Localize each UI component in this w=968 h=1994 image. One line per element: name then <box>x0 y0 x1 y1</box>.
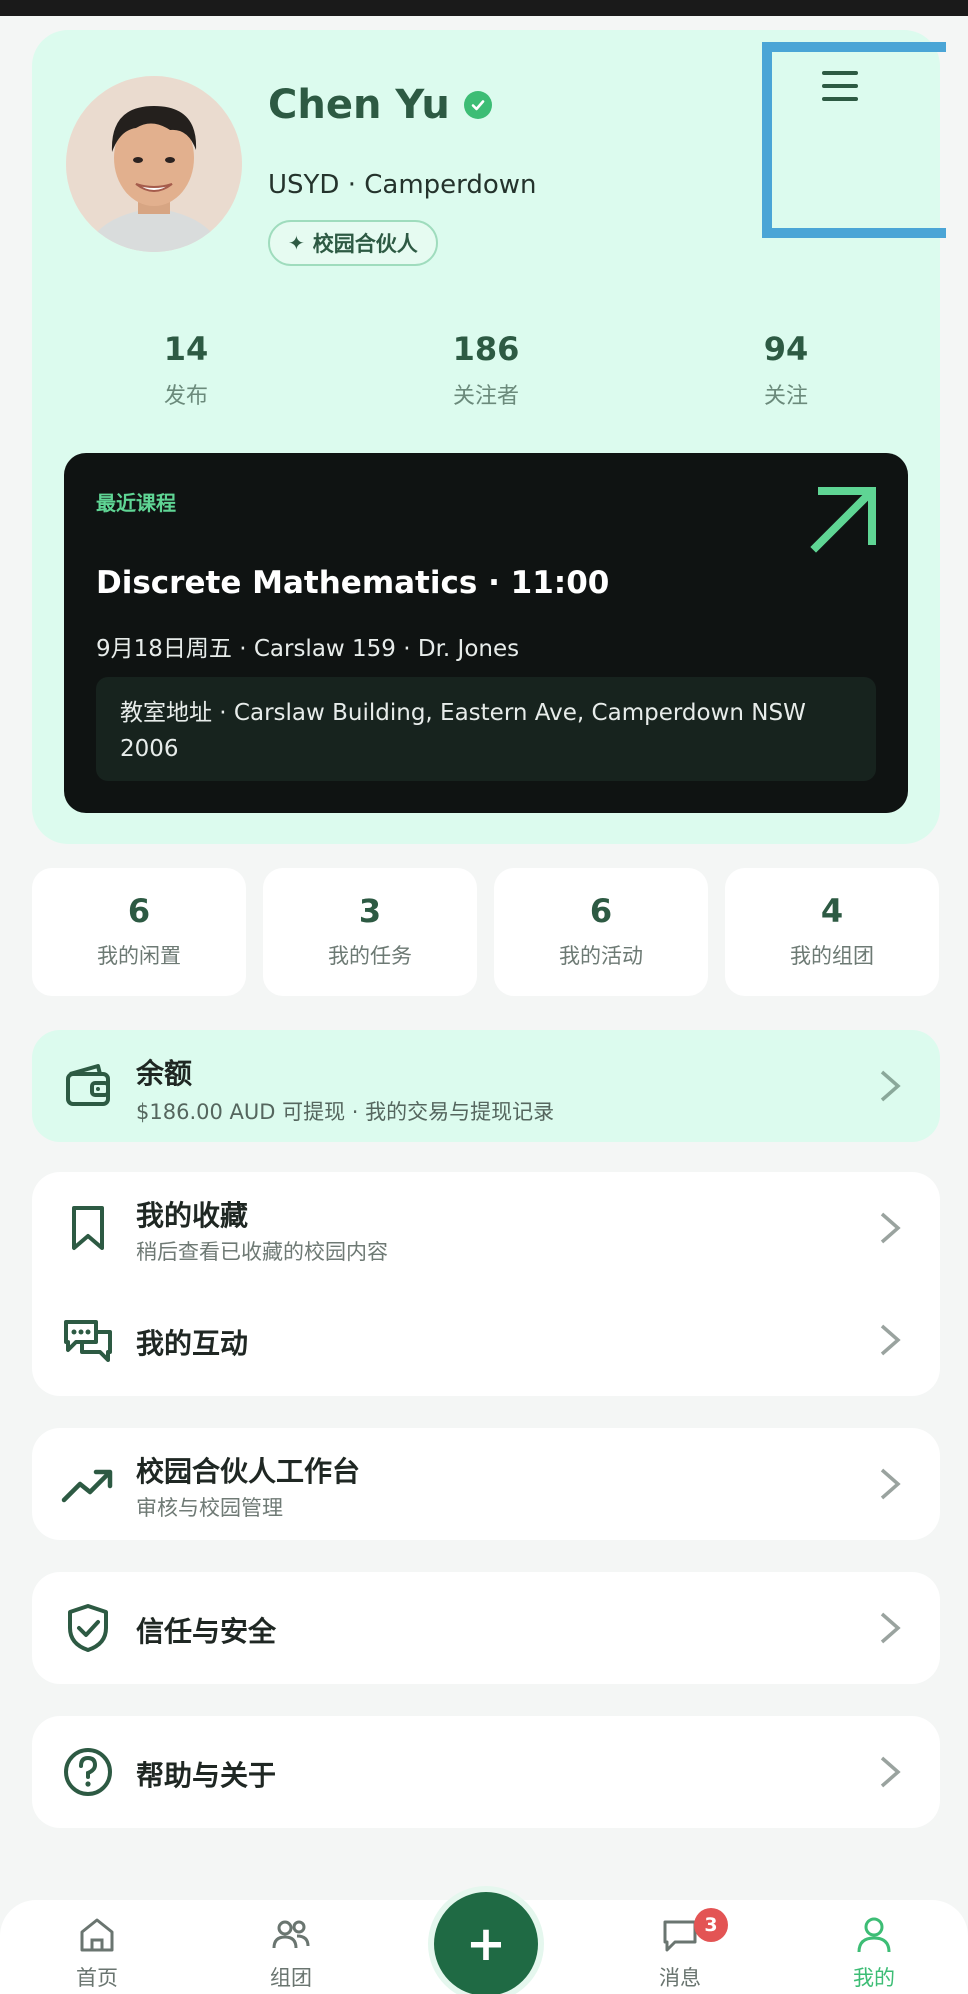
collection-interaction-card: 我的收藏 稍后查看已收藏的校园内容 我的互动 <box>32 1172 940 1396</box>
tile-my-tasks[interactable]: 3 我的任务 <box>263 868 477 996</box>
campus-partner-label: 校园合伙人 <box>312 232 418 256</box>
chat-bubbles-icon <box>64 1320 112 1362</box>
trust-safety-title: 信任与安全 <box>136 1615 277 1648</box>
partner-workspace-row[interactable]: 校园合伙人工作台 审核与校园管理 <box>32 1428 940 1540</box>
tile-my-listings-value: 6 <box>127 892 151 930</box>
tile-my-groups-label: 我的组团 <box>790 944 874 968</box>
tile-my-activities-label: 我的活动 <box>559 944 643 968</box>
stat-followers-label: 关注者 <box>452 384 519 409</box>
nav-home[interactable]: 首页 <box>37 1914 157 1992</box>
stat-following-label: 关注 <box>763 384 808 409</box>
add-button[interactable]: + <box>434 1892 538 1994</box>
nav-messages-label: 消息 <box>659 1966 701 1990</box>
tile-my-groups-value: 4 <box>820 892 844 930</box>
stat-posts[interactable]: 14 发布 <box>86 330 286 410</box>
course-address: 教室地址 · Carslaw Building, Eastern Ave, Ca… <box>96 677 876 781</box>
interactions-title: 我的互动 <box>136 1327 249 1360</box>
chevron-right-icon <box>880 1612 901 1644</box>
help-about-row[interactable]: 帮助与关于 <box>32 1716 940 1828</box>
stat-followers-value: 186 <box>452 330 520 368</box>
verified-check-icon <box>463 91 492 119</box>
bookmark-icon <box>72 1206 104 1250</box>
stat-following[interactable]: 94 关注 <box>686 330 886 410</box>
avatar-illustration <box>66 76 242 252</box>
profile-name: Chen Yu <box>268 82 450 128</box>
recent-course-card[interactable]: 最近课程 Discrete Mathematics · 11:00 9月18日周… <box>64 453 908 813</box>
partner-workspace-subtitle: 审核与校园管理 <box>136 1496 283 1520</box>
shield-check-icon <box>68 1604 108 1652</box>
profile-name-row: Chen Yu <box>268 82 492 128</box>
nav-groups[interactable]: 组团 <box>231 1914 351 1992</box>
status-bar <box>0 0 968 16</box>
balance-card[interactable]: 余额 $186.00 AUD 可提现 · 我的交易与提现记录 <box>32 1030 940 1142</box>
stat-posts-value: 14 <box>163 330 209 368</box>
help-about-title: 帮助与关于 <box>136 1759 277 1792</box>
tile-my-listings[interactable]: 6 我的闲置 <box>32 868 246 996</box>
profile-school: USYD · Camperdown <box>268 170 537 200</box>
campus-partner-badge: ✦ 校园合伙人 <box>268 220 438 266</box>
partner-workspace-card[interactable]: 校园合伙人工作台 审核与校园管理 <box>32 1428 940 1540</box>
users-icon <box>272 1920 310 1949</box>
home-icon <box>80 1918 114 1952</box>
favorites-subtitle: 稍后查看已收藏的校园内容 <box>136 1240 388 1264</box>
chevron-right-icon <box>880 1756 901 1788</box>
trust-safety-row[interactable]: 信任与安全 <box>32 1572 940 1684</box>
messages-badge: 3 <box>694 1908 728 1942</box>
tile-my-tasks-label: 我的任务 <box>328 944 412 968</box>
nav-home-label: 首页 <box>76 1966 118 1990</box>
tile-my-activities-value: 6 <box>589 892 613 930</box>
nav-groups-label: 组团 <box>270 1966 312 1990</box>
trending-up-icon <box>61 1469 113 1503</box>
interactions-row[interactable]: 我的互动 <box>32 1284 940 1396</box>
user-icon <box>857 1917 891 1953</box>
course-meta: 9月18日周五 · Carslaw 159 · Dr. Jones <box>96 636 520 662</box>
trust-safety-card[interactable]: 信任与安全 <box>32 1572 940 1684</box>
recent-course-eyebrow: 最近课程 <box>96 491 176 515</box>
help-circle-icon <box>64 1748 112 1796</box>
help-about-card[interactable]: 帮助与关于 <box>32 1716 940 1828</box>
balance-title: 余额 <box>136 1057 193 1090</box>
stat-posts-label: 发布 <box>163 384 208 409</box>
tile-my-listings-label: 我的闲置 <box>97 944 181 968</box>
balance-row[interactable]: 余额 $186.00 AUD 可提现 · 我的交易与提现记录 <box>32 1030 940 1142</box>
profile-stats: 14 发布 186 关注者 94 关注 <box>32 330 940 430</box>
wallet-icon <box>66 1064 110 1106</box>
chevron-right-icon <box>880 1324 901 1356</box>
partner-workspace-title: 校园合伙人工作台 <box>136 1455 361 1488</box>
course-title: Discrete Mathematics · 11:00 <box>96 565 610 601</box>
avatar[interactable] <box>66 76 242 252</box>
chevron-right-icon <box>880 1070 901 1102</box>
balance-subtitle: $186.00 AUD 可提现 · 我的交易与提现记录 <box>136 1100 555 1124</box>
nav-me[interactable]: 我的 <box>814 1914 934 1992</box>
sparkle-icon: ✦ <box>288 231 305 255</box>
chevron-right-icon <box>880 1468 901 1500</box>
favorites-title: 我的收藏 <box>136 1199 249 1232</box>
tile-my-tasks-value: 3 <box>358 892 382 930</box>
hamburger-menu-icon[interactable] <box>814 60 866 112</box>
stat-following-value: 94 <box>763 330 809 368</box>
tile-my-activities[interactable]: 6 我的活动 <box>494 868 708 996</box>
tile-my-groups[interactable]: 4 我的组团 <box>725 868 939 996</box>
nav-me-label: 我的 <box>853 1966 895 1990</box>
favorites-row[interactable]: 我的收藏 稍后查看已收藏的校园内容 <box>32 1172 940 1284</box>
chevron-right-icon <box>880 1212 901 1244</box>
arrow-up-right-icon[interactable] <box>808 483 880 555</box>
stat-followers[interactable]: 186 关注者 <box>386 330 586 410</box>
